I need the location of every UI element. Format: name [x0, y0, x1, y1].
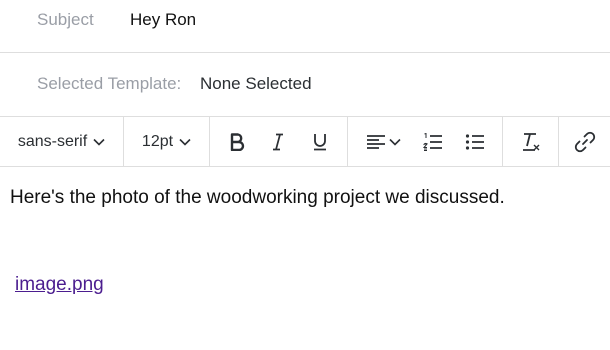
link-group [559, 117, 610, 167]
bold-button[interactable] [222, 127, 252, 157]
underline-icon [314, 133, 327, 150]
italic-button[interactable] [263, 127, 293, 157]
font-family-value: sans-serif [17, 132, 88, 150]
ordered-list-icon [423, 132, 442, 151]
editor-toolbar: sans-serif 12pt [0, 116, 610, 167]
message-body-text[interactable]: Here's the photo of the woodworking proj… [10, 187, 505, 209]
font-size-select[interactable]: 12pt [142, 133, 191, 151]
font-family-group: sans-serif [0, 116, 124, 167]
font-family-select[interactable]: sans-serif [18, 133, 105, 151]
link-icon [574, 131, 595, 152]
subject-row: Subject Hey Ron [0, 0, 610, 53]
clear-format-button[interactable] [516, 127, 546, 157]
align-left-icon [366, 134, 385, 149]
chevron-down-icon [179, 138, 191, 146]
underline-button[interactable] [305, 127, 335, 157]
chevron-down-icon [388, 138, 401, 146]
font-size-group: 12pt [124, 116, 210, 167]
subject-input[interactable]: Hey Ron [130, 10, 196, 30]
font-size-value: 12pt [141, 132, 174, 150]
paragraph-group [348, 116, 503, 167]
ordered-list-button[interactable] [418, 127, 448, 157]
unordered-list-icon [465, 133, 484, 150]
chevron-down-icon [93, 138, 105, 146]
clear-format-icon [522, 132, 539, 151]
attachment-link[interactable]: image.png [15, 274, 104, 296]
italic-icon [273, 133, 284, 150]
clear-format-group [503, 116, 559, 167]
bold-icon [230, 132, 245, 151]
text-format-group [210, 116, 348, 167]
template-selector[interactable]: None Selected [200, 74, 312, 94]
template-label: Selected Template: [37, 74, 182, 93]
insert-link-button[interactable] [570, 127, 600, 157]
subject-label: Subject [37, 10, 94, 29]
unordered-list-button[interactable] [460, 127, 490, 157]
align-dropdown[interactable] [360, 127, 406, 157]
